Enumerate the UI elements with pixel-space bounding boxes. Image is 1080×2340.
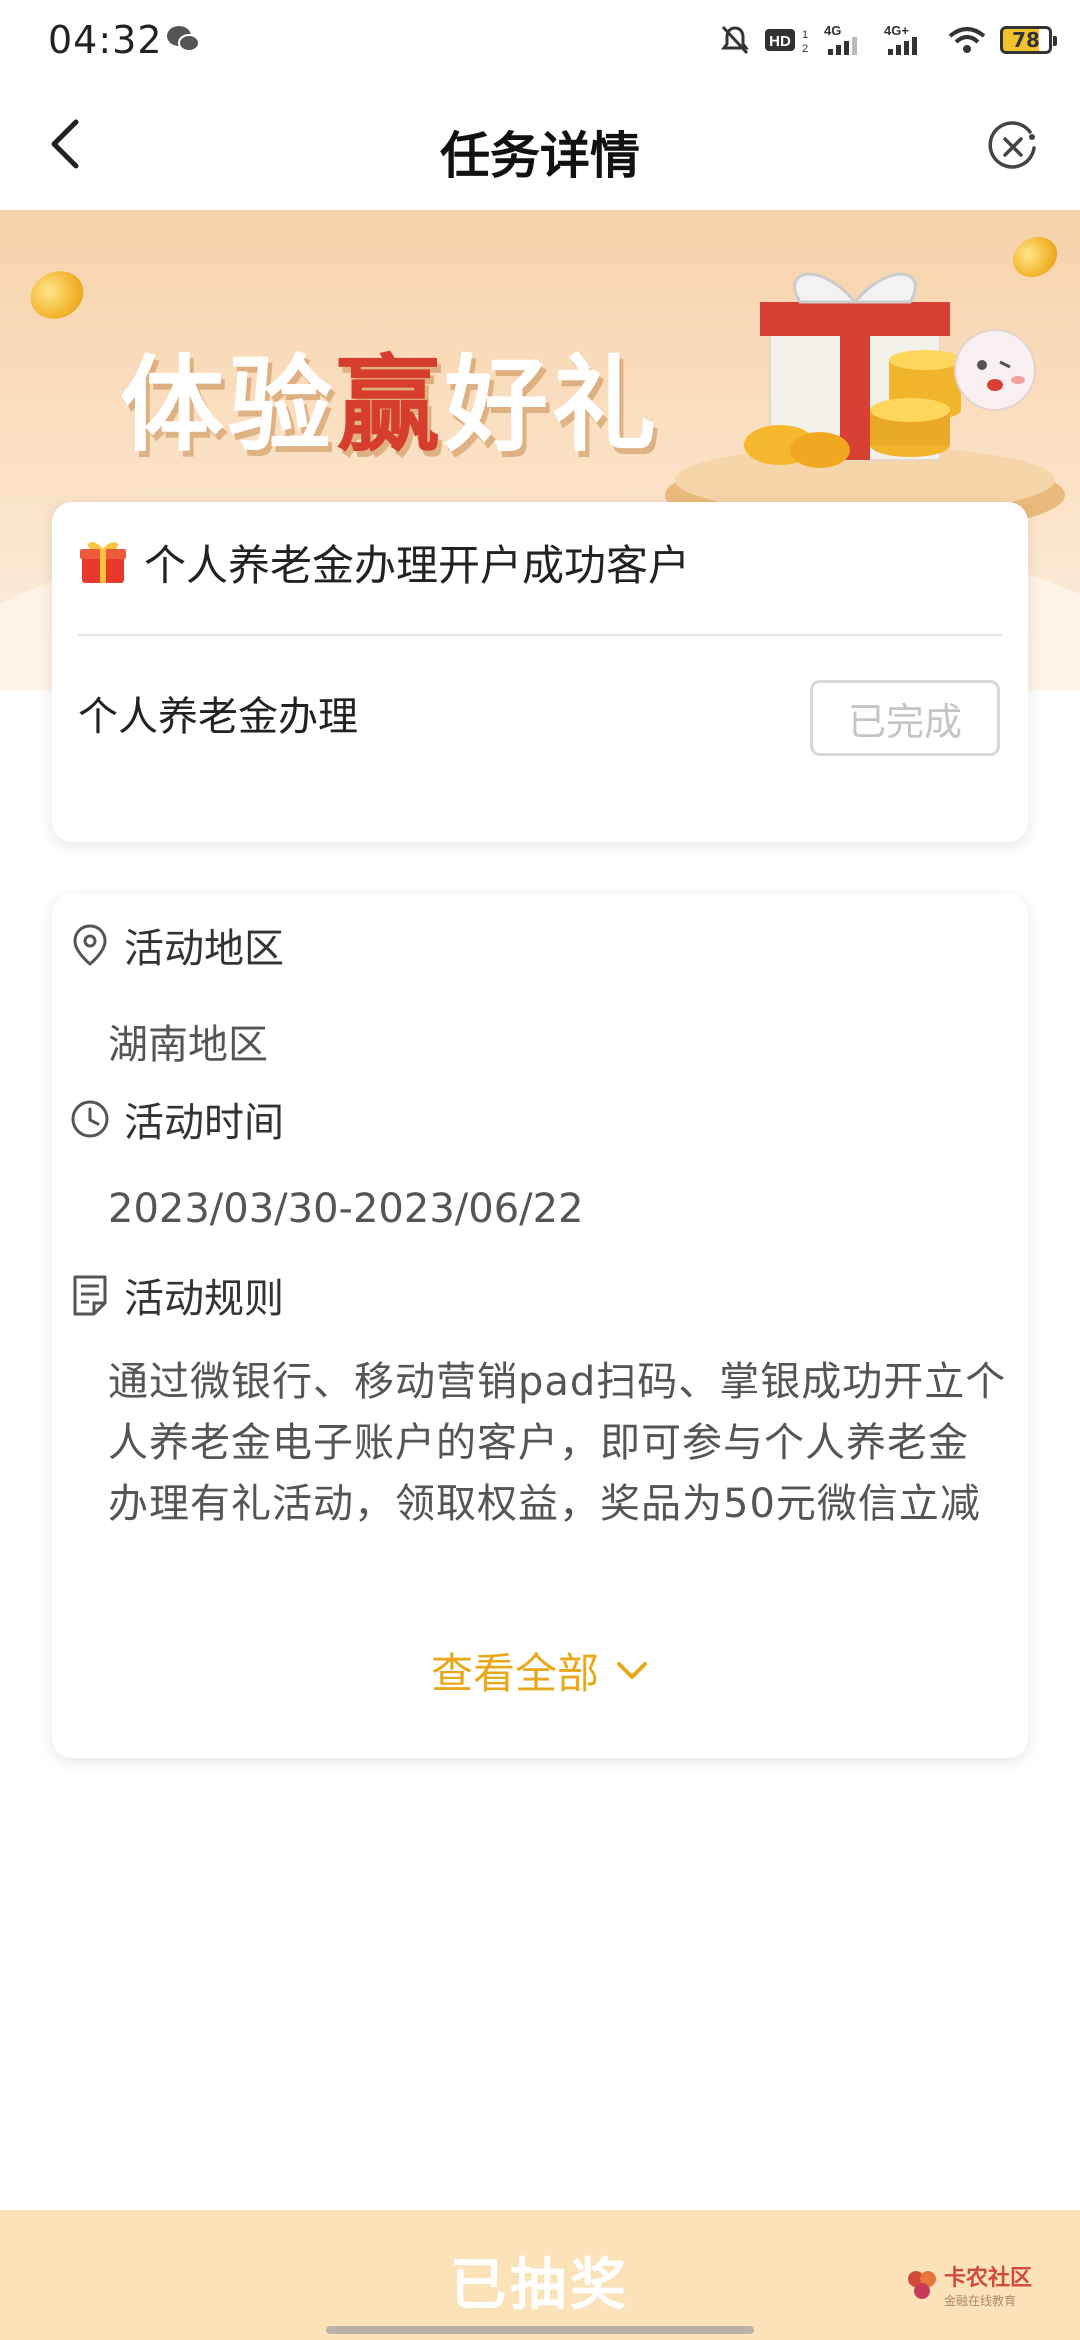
watermark: 卡农社区 金融在线教育 — [906, 2260, 1032, 2309]
signal-4g-icon: 4G — [824, 23, 857, 55]
view-all-link[interactable]: 查看全部 — [52, 1640, 1028, 1701]
watermark-title: 卡农社区 — [943, 2266, 1032, 2291]
region-label-row: 活动地区 — [70, 916, 284, 974]
headline-win: 赢 — [336, 344, 445, 466]
completed-button[interactable]: 已完成 — [810, 680, 1000, 756]
region-value: 湖南地区 — [108, 1022, 268, 1068]
document-icon — [73, 1275, 107, 1316]
divider — [78, 634, 1002, 636]
rules-label: 活动规则 — [124, 1276, 284, 1322]
signal-4g-plus-icon: 4G+ — [884, 23, 917, 55]
task-detail-page: 04:32 HD 1 2 4G 4G+ 78 任务详情 体验赢好礼 个人养老金办… — [0, 0, 1080, 2340]
gift-icon — [80, 542, 126, 583]
battery-level: 78 — [1012, 28, 1040, 52]
svg-text:HD: HD — [769, 33, 791, 50]
bottom-action-bar: 已抽奖 卡农社区 金融在线教育 — [0, 2210, 1080, 2340]
close-circle-icon[interactable] — [986, 120, 1040, 174]
task-card-title: 个人养老金办理开户成功客户 — [144, 540, 691, 590]
time-value: 2023/03/30-2023/06/22 — [108, 1186, 584, 1232]
svg-text:4G+: 4G+ — [884, 23, 909, 38]
rules-label-row: 活动规则 — [70, 1266, 284, 1324]
time-label: 活动时间 — [124, 1100, 284, 1146]
svg-text:1: 1 — [802, 29, 808, 41]
coin-icon — [22, 262, 92, 328]
chevron-down-icon — [617, 1661, 647, 1679]
headline-part1: 体验 — [120, 344, 337, 466]
activity-info-card: 活动地区 湖南地区 活动时间 2023/03/30-2023/06/22 活动规… — [52, 894, 1028, 1758]
time-label-row: 活动时间 — [70, 1090, 284, 1148]
headline-part2: 好礼 — [444, 344, 661, 466]
clock-icon — [71, 1100, 109, 1138]
hd-icon: HD 1 2 — [765, 29, 808, 55]
rules-text: 通过微银行、移动营销pad扫码、掌银成功开立个人养老金电子账户的客户，即可参与个… — [108, 1359, 1007, 1527]
watermark-subtitle: 金融在线教育 — [943, 2294, 1016, 2308]
wifi-icon — [948, 27, 986, 53]
nav-bar: 任务详情 — [0, 82, 1080, 210]
svg-text:2: 2 — [802, 43, 808, 55]
status-bar: 04:32 HD 1 2 4G 4G+ 78 — [0, 0, 1080, 82]
home-indicator[interactable] — [326, 2326, 754, 2334]
status-time: 04:32 — [48, 18, 163, 62]
gift-illustration — [665, 272, 1065, 535]
task-card-header: 个人养老金办理开户成功客户 — [78, 532, 690, 592]
location-pin-icon — [73, 924, 107, 966]
banner-headline: 体验赢好礼 — [120, 320, 660, 471]
task-name: 个人养老金办理 — [78, 694, 358, 740]
mute-icon — [721, 25, 749, 55]
view-all-label: 查看全部 — [430, 1649, 599, 1698]
status-icons: HD 1 2 4G 4G+ 78 — [720, 20, 1057, 60]
region-label: 活动地区 — [124, 926, 284, 972]
page-title: 任务详情 — [440, 127, 640, 185]
wechat-icon — [167, 26, 200, 52]
battery-icon: 78 — [1000, 26, 1057, 54]
task-card: 个人养老金办理开户成功客户 个人养老金办理 已完成 — [52, 502, 1028, 842]
kanong-logo-icon — [907, 2270, 936, 2299]
svg-text:4G: 4G — [824, 23, 841, 38]
